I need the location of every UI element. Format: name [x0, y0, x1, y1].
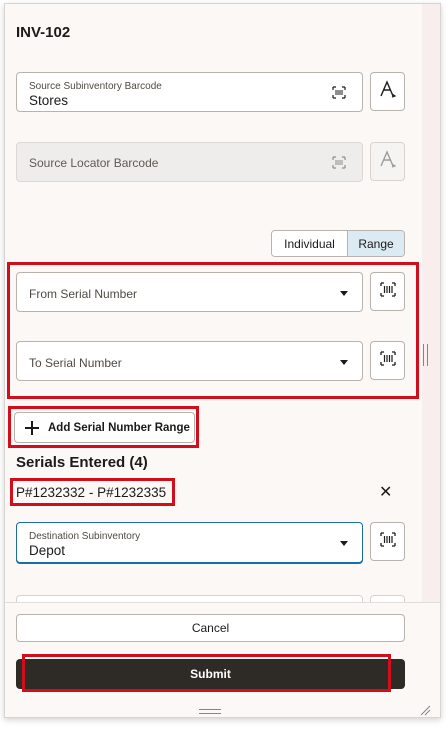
to-serial-scan-button[interactable]: [370, 341, 405, 380]
submit-highlight: [22, 654, 391, 692]
destination-scan-button[interactable]: [370, 522, 405, 561]
add-serial-range-button[interactable]: Add Serial Number Range: [14, 412, 195, 443]
side-resize-handle[interactable]: [423, 344, 428, 366]
serial-range-text: P#1232332 - P#1232335: [16, 485, 167, 500]
destination-subinventory-field[interactable]: Destination Subinventory Depot: [16, 522, 363, 563]
from-serial-placeholder: From Serial Number: [29, 287, 138, 301]
destination-subinventory-label: Destination Subinventory: [29, 531, 141, 542]
barcode-scan-icon: [379, 531, 396, 552]
from-serial-field[interactable]: From Serial Number: [16, 272, 363, 312]
source-locator-placeholder: Source Locator Barcode: [29, 156, 159, 170]
add-serial-range-label: Add Serial Number Range: [48, 421, 190, 434]
entry-mode-toggle: Individual Range: [271, 230, 405, 257]
barcode-scan-icon[interactable]: [332, 86, 346, 104]
source-subinventory-text-button[interactable]: [370, 72, 405, 111]
source-locator-text-button: [370, 142, 405, 181]
serials-entered-heading: Serials Entered (4): [16, 454, 148, 471]
barcode-scan-icon: [379, 350, 396, 371]
plus-icon: [25, 420, 39, 435]
destination-subinventory-value: Depot: [29, 543, 66, 558]
dropdown-caret-icon[interactable]: [340, 360, 348, 365]
dropdown-caret-icon[interactable]: [340, 541, 348, 546]
text-input-icon: [379, 80, 397, 103]
to-serial-placeholder: To Serial Number: [29, 356, 122, 370]
mobile-panel: INV-102 Source Subinventory Barcode Stor…: [4, 3, 441, 718]
source-subinventory-value: Stores: [29, 93, 69, 108]
barcode-scan-icon: [332, 156, 346, 174]
barcode-scan-icon: [379, 281, 396, 302]
drag-handle[interactable]: [199, 709, 221, 714]
segment-range[interactable]: Range: [348, 231, 404, 256]
source-locator-field: Source Locator Barcode: [16, 142, 363, 182]
close-icon[interactable]: ✕: [379, 482, 392, 502]
dropdown-caret-icon[interactable]: [340, 291, 348, 296]
source-subinventory-field[interactable]: Source Subinventory Barcode Stores: [16, 72, 363, 112]
from-serial-scan-button[interactable]: [370, 272, 405, 311]
text-input-icon: [379, 150, 397, 173]
to-serial-field[interactable]: To Serial Number: [16, 341, 363, 381]
source-subinventory-label: Source Subinventory Barcode: [29, 81, 162, 92]
resize-grip-icon[interactable]: [419, 704, 431, 716]
page-title: INV-102: [16, 24, 71, 41]
cancel-button[interactable]: Cancel: [16, 614, 405, 642]
segment-individual[interactable]: Individual: [272, 231, 348, 256]
